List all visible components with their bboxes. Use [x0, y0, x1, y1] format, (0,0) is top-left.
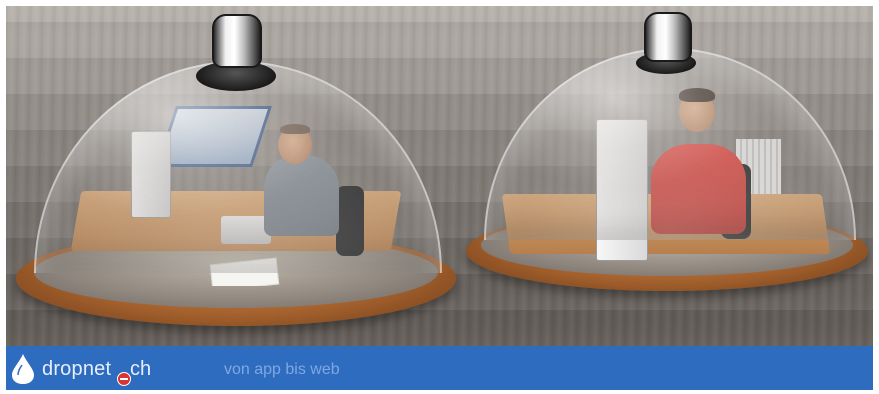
page-frame: dropnet ch von app bis web: [0, 0, 879, 394]
glass-dome-right: [484, 48, 856, 240]
cloche-left: [16, 6, 466, 336]
glass-dome-left: [34, 61, 442, 273]
handle-left: [212, 14, 262, 68]
brand-name[interactable]: dropnet: [42, 358, 111, 381]
brand-tld[interactable]: ch: [130, 358, 151, 381]
tagline: von app bis web: [224, 361, 340, 378]
footer-bar: dropnet ch von app bis web: [6, 346, 873, 390]
water-drop-icon: [12, 354, 34, 384]
handle-right: [644, 12, 692, 62]
cloche-right: [466, 6, 871, 306]
red-dot-icon: [117, 372, 131, 386]
hero-image: [6, 6, 873, 346]
